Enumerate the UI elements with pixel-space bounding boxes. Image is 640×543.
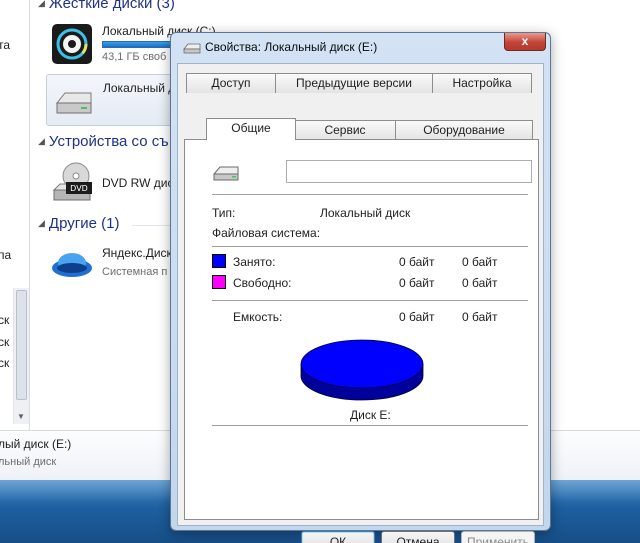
separator [212,194,528,195]
free-size: 0 байт [462,276,498,290]
ok-button[interactable]: ОК [301,531,375,543]
navigation-pane: та па ск ск ск ▼ [0,0,30,430]
nav-item[interactable]: ск [0,335,9,349]
pie-chart-top [300,339,424,389]
drive-e[interactable]: Локальный д [46,74,186,126]
tab-tools[interactable]: Сервис [294,120,396,140]
volume-label-input[interactable] [286,160,532,183]
type-label: Тип: [212,206,236,220]
used-color-swatch [212,254,226,268]
type-value: Локальный диск [320,206,411,220]
drive-yandex[interactable]: Яндекс.Диск Системная п [46,240,186,292]
used-label: Занято: [233,255,276,269]
hard-drive-icon [213,166,239,181]
tab-hardware[interactable]: Оборудование [395,120,533,140]
used-size: 0 байт [462,255,498,269]
cancel-button[interactable]: Отмена [381,531,455,543]
hard-drive-icon [183,43,201,54]
close-button[interactable]: x [504,33,546,51]
dvd-drive-icon: DVD [52,162,92,201]
close-icon: x [521,34,529,48]
separator [212,246,528,247]
nav-item[interactable]: па [0,248,11,262]
tab-general[interactable]: Общие [206,118,296,140]
scroll-down-arrow-icon[interactable]: ▼ [17,412,25,421]
hard-drive-icon [55,92,92,114]
separator [212,300,528,301]
free-label: Свободно: [233,276,292,290]
dialog-titlebar[interactable]: Свойства: Локальный диск (E:) [171,33,550,61]
drive-e-name: Локальный д [103,81,176,95]
details-title: лый диск (E:) [0,437,72,451]
media-disk-icon [52,24,92,64]
separator [212,425,528,426]
nav-item[interactable]: ск [0,313,9,327]
collapse-arrow-icon[interactable]: ◢ [38,136,45,147]
free-color-swatch [212,275,226,289]
drive-dvd[interactable]: DVD DVD RW диск [46,156,186,208]
nav-item[interactable]: ск [0,356,9,370]
dvd-badge: DVD [70,184,88,193]
capacity-label: Емкость: [233,310,283,324]
nav-item[interactable]: та [0,38,10,52]
tab-customize[interactable]: Настройка [432,73,532,93]
drive-yandex-name: Яндекс.Диск [102,246,172,260]
disk-caption: Диск E: [350,408,391,422]
capacity-size: 0 байт [462,310,498,324]
drive-yandex-type: Системная п [102,266,168,278]
section-hard-disks[interactable]: ◢ Жесткие диски (3) [38,0,175,12]
yandex-disk-icon [52,253,92,277]
properties-dialog: Свойства: Локальный диск (E:) x Доступ П… [170,32,551,543]
general-tab-page: Тип: Локальный диск Файловая система: За… [184,139,539,520]
filesystem-label: Файловая система: [212,226,321,240]
apply-button[interactable]: Применить [461,531,535,543]
tab-access[interactable]: Доступ [186,73,276,93]
drive-dvd-name: DVD RW диск [102,176,179,190]
capacity-bytes: 0 байт [399,310,435,324]
disk-usage-pie-chart [300,339,424,401]
nav-scrollbar[interactable]: ▼ [13,288,29,424]
drive-c-free-space: 43,1 ГБ своб [102,51,167,63]
collapse-arrow-icon[interactable]: ◢ [38,218,45,229]
used-bytes: 0 байт [399,255,435,269]
dialog-client-area: Доступ Предыдущие версии Настройка Общие… [177,63,544,543]
drive-c[interactable]: Локальный диск (C:) 43,1 ГБ своб [46,18,216,70]
section-removable-devices[interactable]: ◢ Устройства со съ [38,133,169,150]
section-other[interactable]: ◢ Другие (1) [38,215,119,232]
dialog-title: Свойства: Локальный диск (E:) [205,40,378,54]
free-bytes: 0 байт [399,276,435,290]
collapse-arrow-icon[interactable]: ◢ [38,0,45,9]
tab-previous-versions[interactable]: Предыдущие версии [275,73,433,93]
nav-scrollbar-thumb[interactable] [16,290,27,400]
details-subtitle: льный диск [0,456,57,468]
